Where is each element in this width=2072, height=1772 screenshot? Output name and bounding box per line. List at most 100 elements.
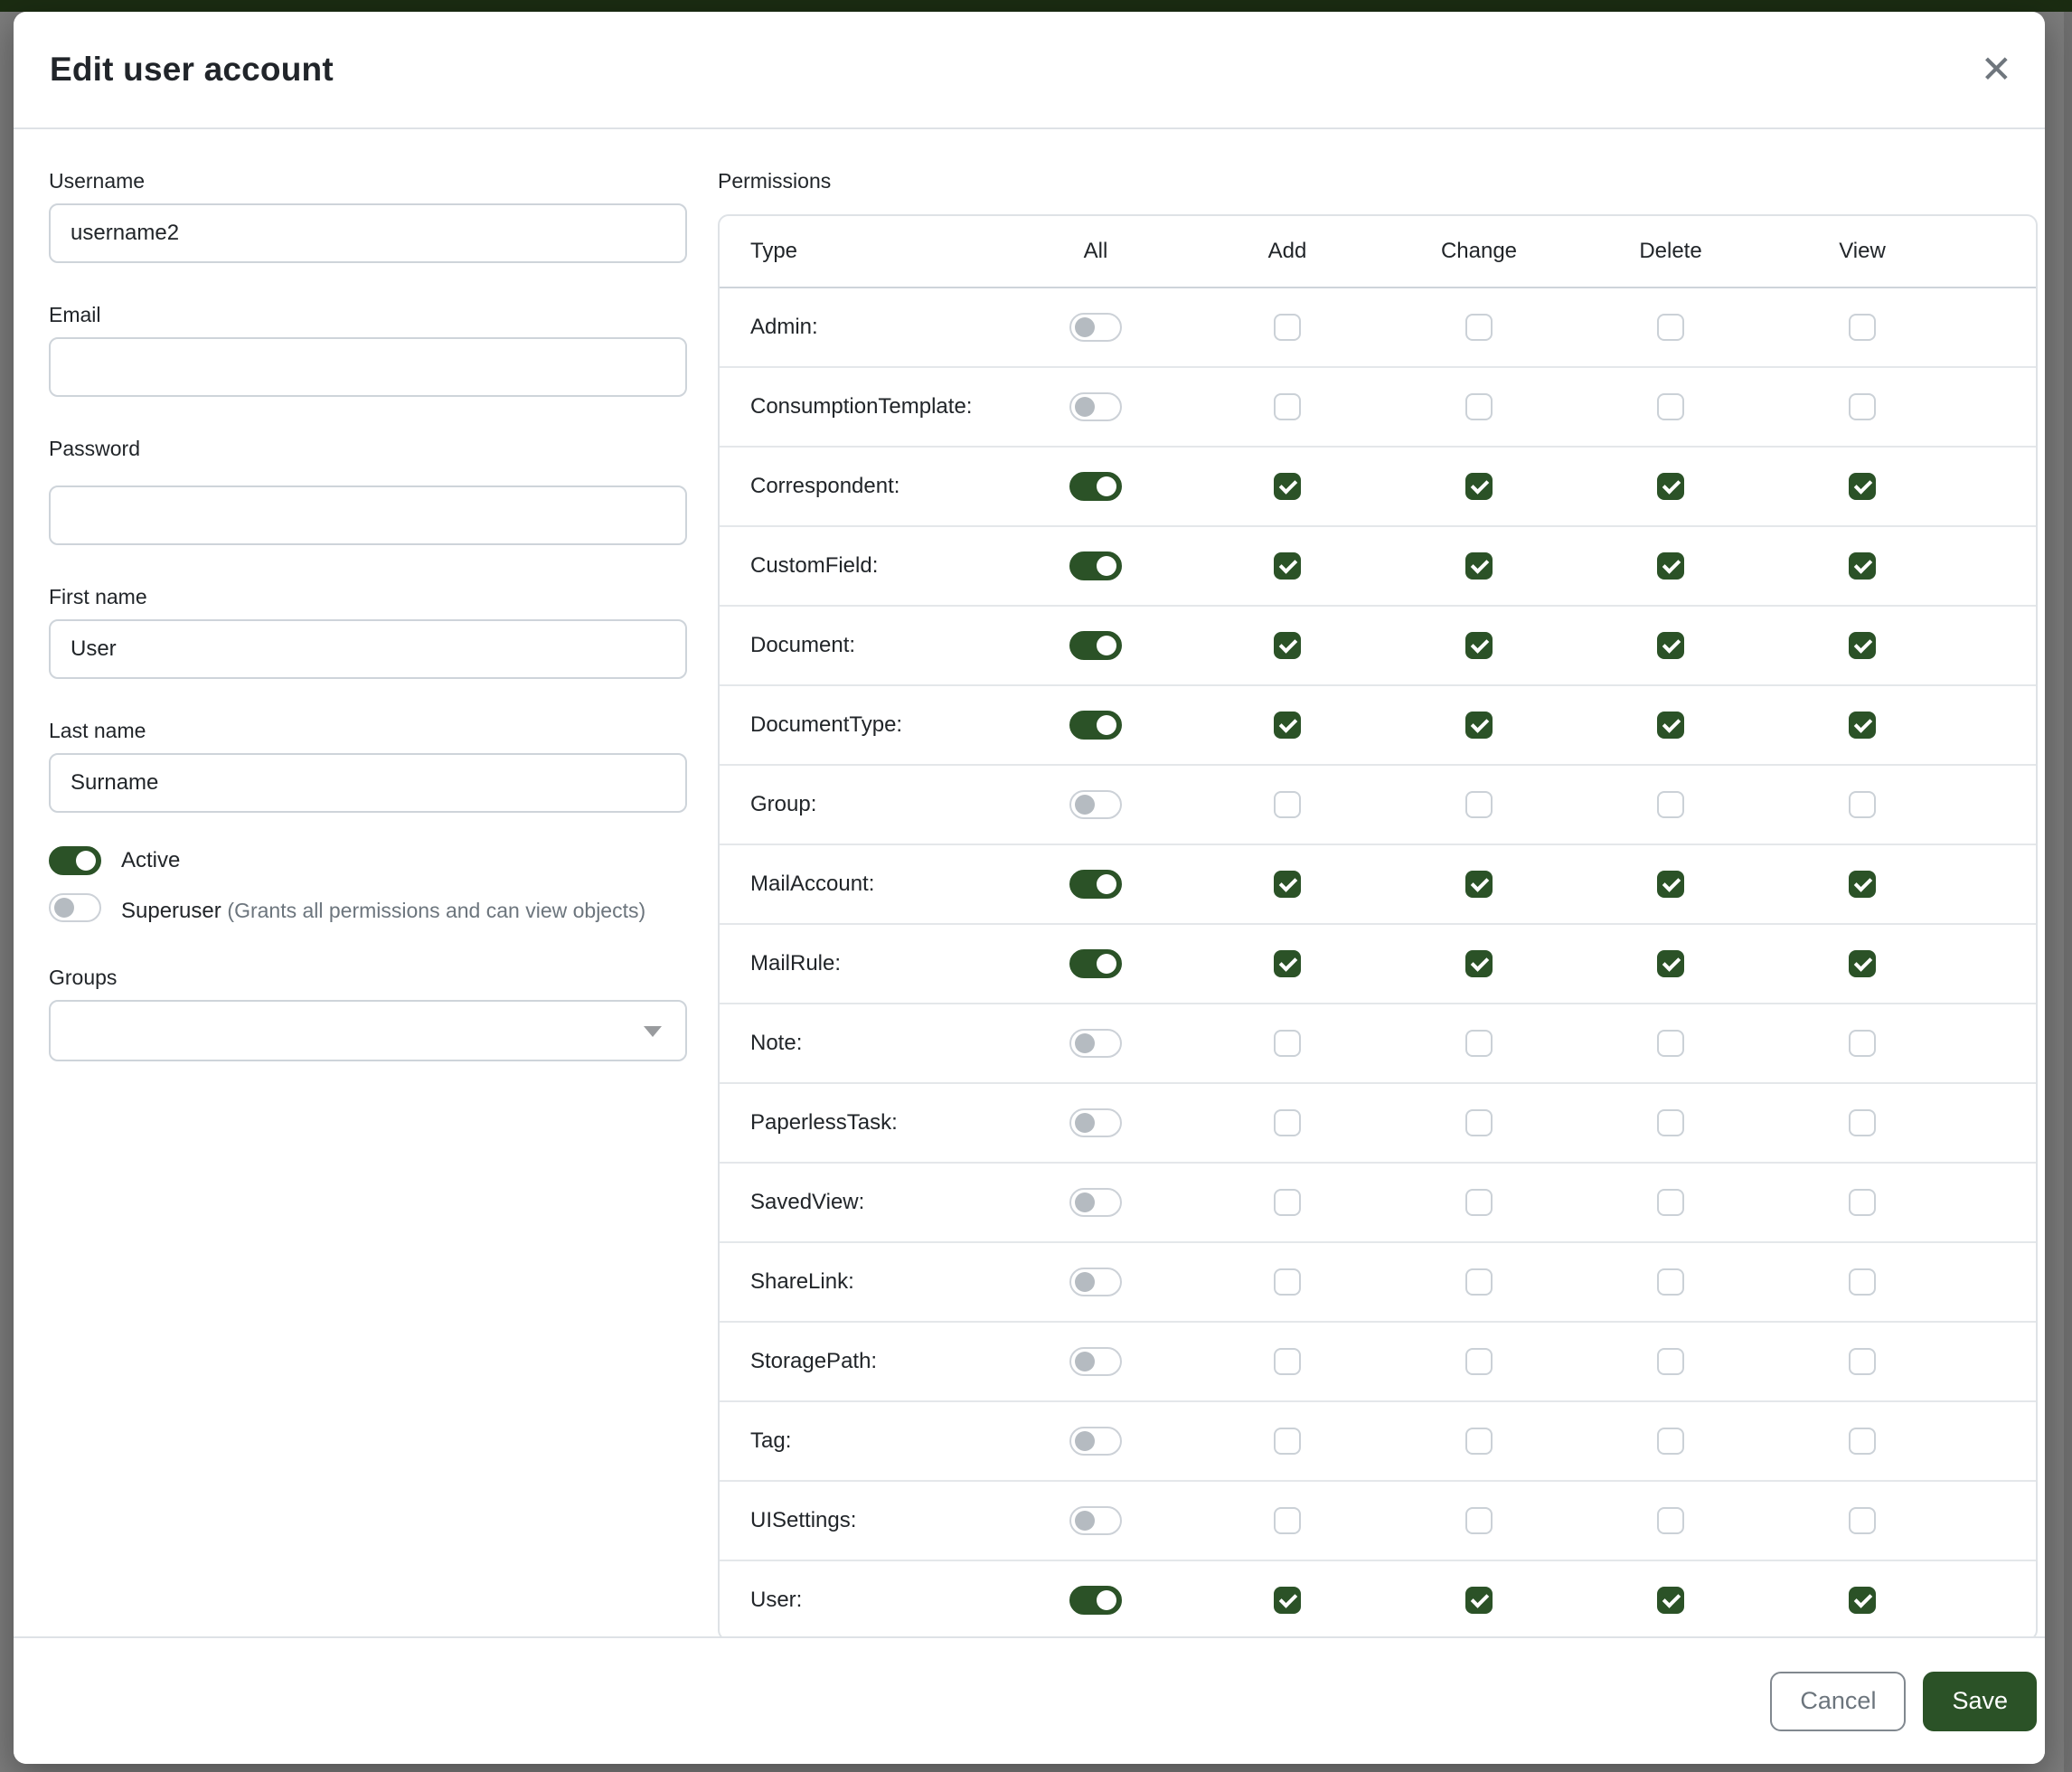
last-name-input[interactable] [49, 753, 687, 813]
document-delete-checkbox[interactable] [1657, 632, 1684, 659]
group-delete-checkbox[interactable] [1657, 791, 1684, 818]
savedview-change-checkbox[interactable] [1465, 1189, 1493, 1216]
mailaccount-all-toggle[interactable] [1069, 870, 1122, 899]
admin-delete-checkbox[interactable] [1657, 314, 1684, 341]
mailrule-change-checkbox[interactable] [1465, 950, 1493, 977]
documenttype-all-toggle[interactable] [1069, 711, 1122, 740]
storagepath-change-checkbox[interactable] [1465, 1348, 1493, 1375]
mailrule-view-checkbox[interactable] [1849, 950, 1876, 977]
correspondent-view-checkbox[interactable] [1849, 473, 1876, 500]
uisettings-add-checkbox[interactable] [1274, 1507, 1301, 1534]
sharelink-add-checkbox[interactable] [1274, 1268, 1301, 1296]
active-toggle[interactable] [49, 846, 101, 875]
correspondent-all-toggle[interactable] [1069, 472, 1122, 501]
document-all-toggle[interactable] [1069, 631, 1122, 660]
user-delete-checkbox[interactable] [1657, 1587, 1684, 1614]
storagepath-delete-checkbox[interactable] [1657, 1348, 1684, 1375]
user-add-checkbox[interactable] [1274, 1587, 1301, 1614]
storagepath-all-toggle[interactable] [1069, 1347, 1122, 1376]
uisettings-delete-checkbox[interactable] [1657, 1507, 1684, 1534]
mailaccount-add-checkbox[interactable] [1274, 871, 1301, 898]
paperlesstask-change-checkbox[interactable] [1465, 1109, 1493, 1136]
mailaccount-view-checkbox[interactable] [1849, 871, 1876, 898]
group-all-toggle[interactable] [1069, 790, 1122, 819]
uisettings-view-checkbox[interactable] [1849, 1507, 1876, 1534]
customfield-view-checkbox[interactable] [1849, 552, 1876, 580]
sharelink-delete-checkbox[interactable] [1657, 1268, 1684, 1296]
documenttype-change-checkbox[interactable] [1465, 712, 1493, 739]
close-icon[interactable]: ✕ [1981, 51, 2012, 89]
email-input[interactable] [49, 337, 687, 397]
permission-delete-cell [1575, 473, 1766, 500]
mailrule-delete-checkbox[interactable] [1657, 950, 1684, 977]
documenttype-delete-checkbox[interactable] [1657, 712, 1684, 739]
documenttype-add-checkbox[interactable] [1274, 712, 1301, 739]
username-input[interactable] [49, 203, 687, 263]
customfield-all-toggle[interactable] [1069, 551, 1122, 580]
tag-view-checkbox[interactable] [1849, 1428, 1876, 1455]
savedview-add-checkbox[interactable] [1274, 1189, 1301, 1216]
uisettings-all-toggle[interactable] [1069, 1506, 1122, 1535]
admin-all-toggle[interactable] [1069, 313, 1122, 342]
document-view-checkbox[interactable] [1849, 632, 1876, 659]
correspondent-delete-checkbox[interactable] [1657, 473, 1684, 500]
group-add-checkbox[interactable] [1274, 791, 1301, 818]
consumptiontemplate-all-toggle[interactable] [1069, 392, 1122, 421]
note-all-toggle[interactable] [1069, 1029, 1122, 1058]
customfield-delete-checkbox[interactable] [1657, 552, 1684, 580]
document-add-checkbox[interactable] [1274, 632, 1301, 659]
permission-type-label: Group: [720, 792, 1000, 817]
cancel-button[interactable]: Cancel [1770, 1672, 1906, 1731]
superuser-toggle[interactable] [49, 893, 101, 922]
documenttype-view-checkbox[interactable] [1849, 712, 1876, 739]
tag-all-toggle[interactable] [1069, 1427, 1122, 1456]
mailaccount-change-checkbox[interactable] [1465, 871, 1493, 898]
document-change-checkbox[interactable] [1465, 632, 1493, 659]
savedview-all-toggle[interactable] [1069, 1188, 1122, 1217]
admin-change-checkbox[interactable] [1465, 314, 1493, 341]
first-name-input[interactable] [49, 619, 687, 679]
mailrule-all-toggle[interactable] [1069, 949, 1122, 978]
note-change-checkbox[interactable] [1465, 1030, 1493, 1057]
paperlesstask-delete-checkbox[interactable] [1657, 1109, 1684, 1136]
tag-change-checkbox[interactable] [1465, 1428, 1493, 1455]
user-change-checkbox[interactable] [1465, 1587, 1493, 1614]
sharelink-change-checkbox[interactable] [1465, 1268, 1493, 1296]
correspondent-change-checkbox[interactable] [1465, 473, 1493, 500]
consumptiontemplate-view-checkbox[interactable] [1849, 393, 1876, 420]
paperlesstask-view-checkbox[interactable] [1849, 1109, 1876, 1136]
uisettings-change-checkbox[interactable] [1465, 1507, 1493, 1534]
paperlesstask-all-toggle[interactable] [1069, 1108, 1122, 1137]
correspondent-add-checkbox[interactable] [1274, 473, 1301, 500]
consumptiontemplate-add-checkbox[interactable] [1274, 393, 1301, 420]
sharelink-view-checkbox[interactable] [1849, 1268, 1876, 1296]
tag-add-checkbox[interactable] [1274, 1428, 1301, 1455]
consumptiontemplate-change-checkbox[interactable] [1465, 393, 1493, 420]
note-add-checkbox[interactable] [1274, 1030, 1301, 1057]
consumptiontemplate-delete-checkbox[interactable] [1657, 393, 1684, 420]
storagepath-add-checkbox[interactable] [1274, 1348, 1301, 1375]
sharelink-all-toggle[interactable] [1069, 1268, 1122, 1296]
savedview-delete-checkbox[interactable] [1657, 1189, 1684, 1216]
storagepath-view-checkbox[interactable] [1849, 1348, 1876, 1375]
admin-add-checkbox[interactable] [1274, 314, 1301, 341]
password-input[interactable] [49, 485, 687, 545]
column-header-view: View [1766, 239, 1958, 264]
mailrule-add-checkbox[interactable] [1274, 950, 1301, 977]
note-delete-checkbox[interactable] [1657, 1030, 1684, 1057]
user-all-toggle[interactable] [1069, 1586, 1122, 1615]
page-backdrop-edge [2064, 0, 2072, 1772]
groups-select[interactable] [49, 1000, 687, 1061]
note-view-checkbox[interactable] [1849, 1030, 1876, 1057]
mailaccount-delete-checkbox[interactable] [1657, 871, 1684, 898]
user-view-checkbox[interactable] [1849, 1587, 1876, 1614]
tag-delete-checkbox[interactable] [1657, 1428, 1684, 1455]
savedview-view-checkbox[interactable] [1849, 1189, 1876, 1216]
paperlesstask-add-checkbox[interactable] [1274, 1109, 1301, 1136]
admin-view-checkbox[interactable] [1849, 314, 1876, 341]
customfield-add-checkbox[interactable] [1274, 552, 1301, 580]
save-button[interactable]: Save [1923, 1672, 2037, 1731]
group-view-checkbox[interactable] [1849, 791, 1876, 818]
group-change-checkbox[interactable] [1465, 791, 1493, 818]
customfield-change-checkbox[interactable] [1465, 552, 1493, 580]
